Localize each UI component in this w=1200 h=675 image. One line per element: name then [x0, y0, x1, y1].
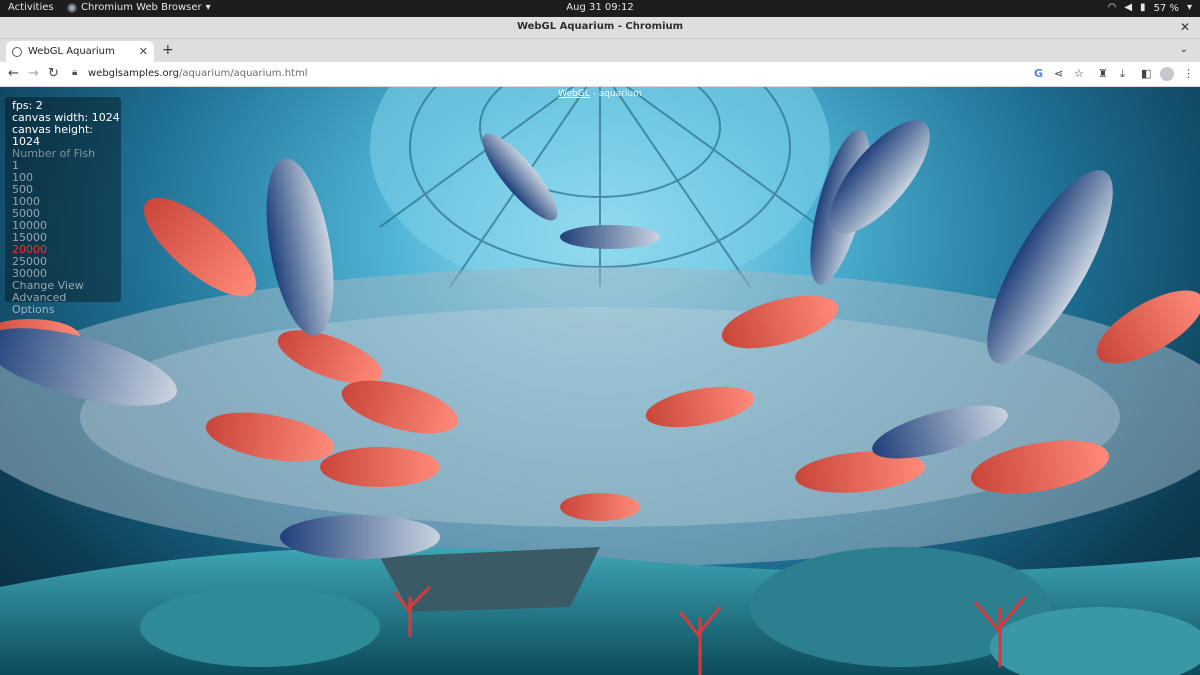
system-tray[interactable]: ◠ ◀ ▮ 57 % ▾: [1108, 2, 1192, 14]
app-menu[interactable]: Chromium Web Browser ▾: [67, 2, 211, 13]
tab-webgl-aquarium[interactable]: WebGL Aquarium ✕: [6, 41, 154, 62]
browser-toolbar: ← → ↻ 🔒︎ webglsamples.org/aquarium/aquar…: [0, 62, 1200, 87]
menu-kebab-icon[interactable]: ⋮: [1183, 67, 1194, 80]
tab-label: WebGL Aquarium: [28, 46, 115, 57]
options-button[interactable]: Options: [12, 304, 121, 316]
system-top-bar: Activities Chromium Web Browser ▾ Aug 31…: [0, 0, 1200, 17]
url-host: webglsamples.org: [88, 68, 179, 79]
close-window-icon[interactable]: ✕: [1180, 20, 1190, 34]
tab-search-button[interactable]: ⌄: [1180, 44, 1188, 55]
google-lens-icon[interactable]: G: [1034, 67, 1043, 80]
url-path: /aquarium/aquarium.html: [178, 68, 308, 79]
rock: [140, 587, 380, 667]
address-bar[interactable]: 🔒︎ webglsamples.org/aquarium/aquarium.ht…: [64, 65, 1094, 84]
aquarium-controls: fps: 2 canvas width: 1024 canvas height:…: [5, 97, 121, 316]
chromium-icon: [67, 2, 77, 13]
new-tab-button[interactable]: +: [162, 42, 174, 58]
extensions-icon[interactable]: ♜: [1098, 67, 1108, 80]
url-text[interactable]: webglsamples.org/aquarium/aquarium.html: [88, 68, 307, 79]
share-icon[interactable]: ⋖: [1054, 67, 1063, 80]
page-caption: WebGL - aquarium: [0, 89, 1200, 99]
aquarium-scene: [0, 87, 1200, 675]
globe-icon: [12, 46, 22, 57]
side-panel-icon[interactable]: ◧: [1141, 67, 1151, 80]
profile-avatar-icon[interactable]: [1160, 67, 1174, 81]
app-menu-label: Chromium Web Browser: [81, 2, 202, 13]
volume-icon: ◀: [1124, 2, 1133, 13]
webgl-link[interactable]: WebGL: [558, 89, 590, 99]
download-icon[interactable]: ⤓: [1120, 67, 1125, 81]
window-titlebar[interactable]: WebGL Aquarium - Chromium ✕: [0, 17, 1200, 39]
reload-icon[interactable]: ↻: [48, 66, 59, 81]
chevron-down-icon: ▾: [205, 2, 211, 13]
caption-text: - aquarium: [589, 89, 642, 99]
lock-icon[interactable]: 🔒︎: [72, 67, 77, 78]
bookmark-star-icon[interactable]: ☆: [1074, 67, 1084, 80]
window-title: WebGL Aquarium - Chromium: [516, 21, 684, 32]
back-arrow-icon[interactable]: ←: [8, 66, 19, 81]
aquarium-canvas[interactable]: WebGL - aquarium fps: 2 canvas width: 10…: [0, 87, 1200, 675]
wifi-icon: ◠: [1107, 2, 1117, 13]
battery-icon: ▮: [1140, 2, 1146, 13]
battery-percent: 57 %: [1153, 2, 1179, 14]
canvas-height-readout: canvas height: 1024: [12, 123, 94, 148]
close-tab-icon[interactable]: ✕: [139, 45, 148, 58]
fish-count-label: Number of Fish: [12, 147, 96, 160]
tab-strip: WebGL Aquarium ✕ + ⌄: [0, 39, 1200, 62]
chevron-down-icon: ▾: [1186, 2, 1192, 13]
forward-arrow-icon[interactable]: →: [28, 66, 39, 81]
activities-button[interactable]: Activities: [8, 2, 54, 13]
